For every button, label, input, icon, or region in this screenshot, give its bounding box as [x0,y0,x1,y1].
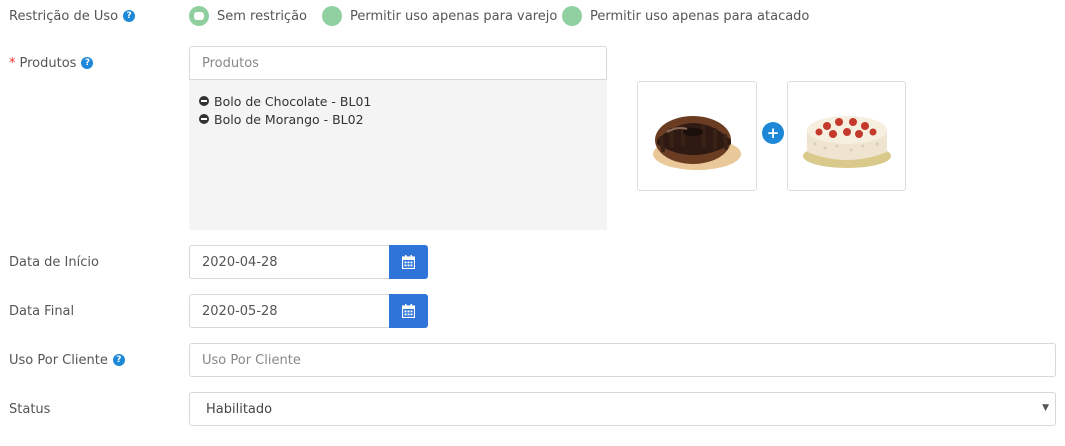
uso-cliente-label: Uso Por Cliente ? [9,350,125,370]
question-circle-icon[interactable]: ? [112,354,125,366]
data-inicio-input[interactable]: 2020-04-28 [189,245,390,279]
strawberry-cream-cake-icon [802,116,891,168]
plus-circle-icon[interactable]: + [762,122,784,144]
radio-atacado[interactable]: Permitir uso apenas para atacado [562,5,809,27]
radio-selected-icon[interactable] [189,6,209,26]
chocolate-bundt-cake-icon [653,116,741,170]
question-circle-icon[interactable]: ? [123,10,136,22]
radio-unselected-icon[interactable] [562,6,582,26]
list-item: Bolo de Chocolate - BL01 [199,92,597,110]
data-final-calendar-button[interactable] [389,294,428,328]
radio-sem-restricao[interactable]: Sem restrição [189,5,307,27]
minus-circle-icon[interactable] [199,114,209,124]
data-inicio-label: Data de Início [9,254,99,270]
product-image-chocolate-cake [637,81,757,191]
data-inicio-calendar-button[interactable] [389,245,428,279]
status-label: Status [9,401,51,417]
list-item: Bolo de Morango - BL02 [199,110,597,128]
data-final-label: Data Final [9,303,75,319]
calendar-icon [402,255,415,269]
produtos-search-input[interactable]: Produtos [189,46,607,80]
calendar-icon [402,304,415,318]
caret-down-icon: ▼ [1042,403,1049,413]
required-mark: * [9,55,16,71]
radio-varejo[interactable]: Permitir uso apenas para varejo [322,5,557,27]
product-image-strawberry-cake [787,81,906,191]
status-select[interactable]: Habilitado ▼ [189,392,1056,426]
produtos-label: * Produtos ? [9,53,94,73]
produtos-selected-list: Bolo de Chocolate - BL01 Bolo de Morango… [189,80,607,230]
uso-cliente-input[interactable]: Uso Por Cliente [189,343,1056,377]
minus-circle-icon[interactable] [199,96,209,106]
radio-unselected-icon[interactable] [322,6,342,26]
question-circle-icon[interactable]: ? [81,57,94,69]
restricao-label: Restrição de Uso ? [9,6,136,26]
data-final-input[interactable]: 2020-05-28 [189,294,390,328]
